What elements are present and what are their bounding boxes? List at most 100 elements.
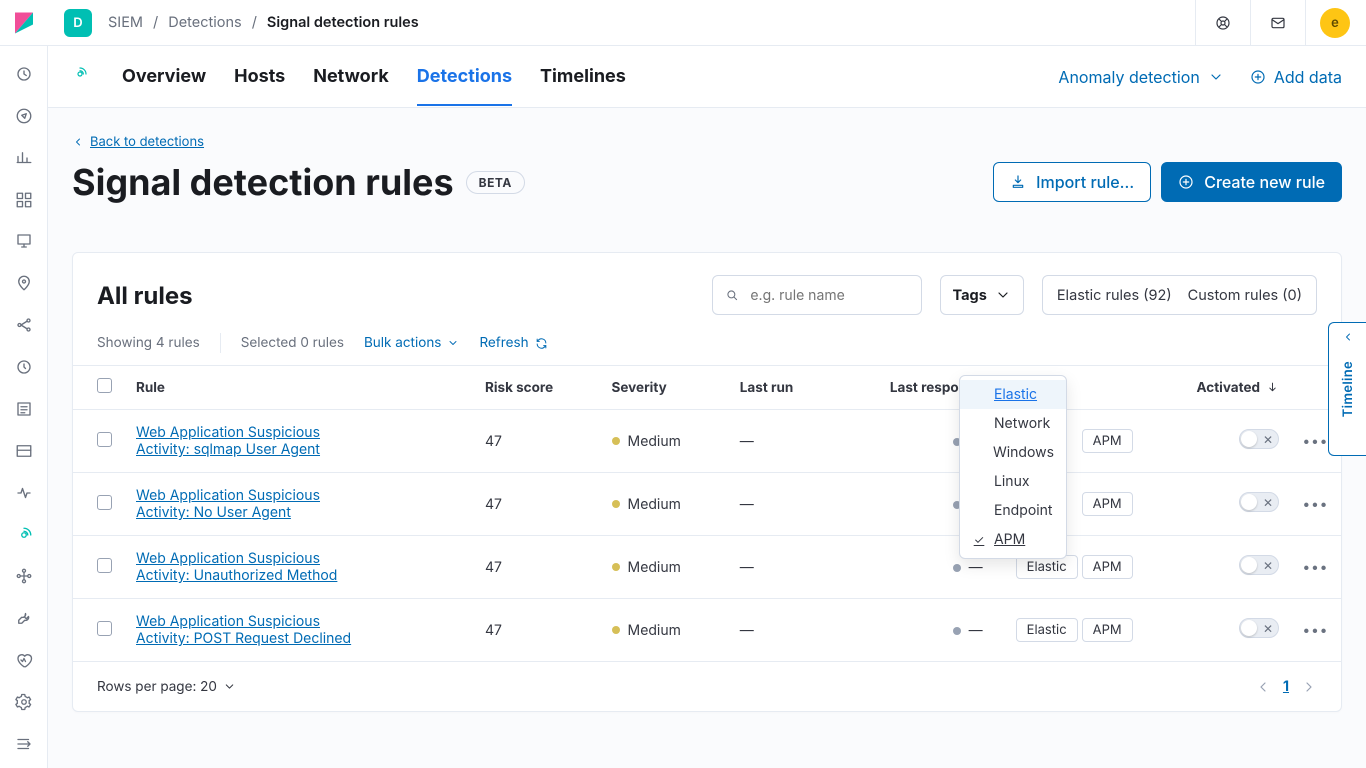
row-actions-menu[interactable]: •••: [1303, 496, 1329, 513]
anomaly-detection-menu[interactable]: Anomaly detection: [1058, 67, 1223, 87]
nav-recent-icon[interactable]: [14, 64, 34, 84]
select-all-checkbox[interactable]: [97, 378, 112, 393]
nav-canvas-icon[interactable]: [14, 232, 34, 252]
row-actions-menu[interactable]: •••: [1303, 559, 1329, 576]
breadcrumb-detections[interactable]: Detections: [168, 14, 241, 31]
rule-link[interactable]: Web Application Suspicious Activity: Una…: [136, 550, 366, 584]
tab-network[interactable]: Network: [313, 48, 389, 105]
timeline-flyout-toggle[interactable]: Timeline: [1328, 322, 1366, 456]
tab-detections[interactable]: Detections: [417, 48, 512, 105]
chevron-left-icon: [72, 136, 84, 148]
nav-logs-icon[interactable]: [14, 399, 34, 419]
rule-link[interactable]: Web Application Suspicious Activity: sql…: [136, 424, 366, 458]
newsfeed-icon[interactable]: [1265, 10, 1291, 36]
search-input-wrapper[interactable]: [712, 275, 922, 315]
page-next-icon[interactable]: [1301, 679, 1317, 695]
refresh-icon: [535, 337, 548, 350]
row-actions-menu[interactable]: •••: [1303, 622, 1329, 639]
breadcrumb-current: Signal detection rules: [267, 14, 419, 31]
nav-uptime-icon[interactable]: [14, 483, 34, 503]
table-row: Web Application Suspicious Activity: sql…: [73, 410, 1341, 473]
row-checkbox[interactable]: [97, 495, 112, 510]
tags-popover[interactable]: ElasticNetworkWindowsLinuxEndpoint✓APM: [959, 375, 1067, 559]
chevron-down-icon: [447, 337, 459, 349]
table-row: Web Application Suspicious Activity: No …: [73, 473, 1341, 536]
col-risk[interactable]: Risk score: [473, 366, 600, 410]
nav-visualize-icon[interactable]: [14, 148, 34, 168]
cell-last-run: —: [728, 536, 834, 599]
space-badge[interactable]: D: [64, 9, 92, 37]
rule-link[interactable]: Web Application Suspicious Activity: POS…: [136, 613, 366, 647]
table-row: Web Application Suspicious Activity: Una…: [73, 536, 1341, 599]
row-actions-menu[interactable]: •••: [1303, 433, 1329, 450]
search-icon: [725, 287, 739, 303]
nav-monitoring-icon[interactable]: [14, 650, 34, 670]
col-activated[interactable]: Activated: [1145, 366, 1291, 410]
activated-toggle[interactable]: ✕: [1239, 618, 1279, 638]
rows-per-page[interactable]: Rows per page: 20: [97, 679, 236, 695]
nav-graph-icon[interactable]: [14, 567, 34, 587]
import-rule-button[interactable]: Import rule…: [993, 162, 1151, 202]
tab-overview[interactable]: Overview: [122, 48, 206, 105]
page-number[interactable]: 1: [1283, 678, 1289, 695]
nav-devtools-icon[interactable]: [14, 608, 34, 628]
search-input[interactable]: [748, 286, 908, 305]
breadcrumb-siem[interactable]: SIEM: [108, 14, 143, 31]
col-last-run[interactable]: Last run: [728, 366, 834, 410]
panel-title: All rules: [97, 281, 193, 310]
tag-badge: APM: [1082, 618, 1133, 642]
filter-custom-rules[interactable]: Custom rules (0): [1188, 287, 1302, 304]
row-checkbox[interactable]: [97, 432, 112, 447]
nav-dashboard-icon[interactable]: [14, 190, 34, 210]
chevron-down-icon: [1208, 69, 1224, 85]
cell-severity: Medium: [612, 622, 681, 639]
kibana-logo[interactable]: [0, 0, 48, 46]
toolbar-showing: Showing 4 rules: [97, 335, 200, 351]
tab-timelines[interactable]: Timelines: [540, 48, 626, 105]
col-severity[interactable]: Severity: [600, 366, 728, 410]
tag-option[interactable]: Network: [960, 409, 1066, 438]
tags-filter-button[interactable]: Tags: [940, 275, 1024, 315]
tag-option[interactable]: Endpoint: [960, 496, 1066, 525]
activated-toggle[interactable]: ✕: [1239, 555, 1279, 575]
filter-elastic-rules[interactable]: Elastic rules (92): [1057, 287, 1172, 304]
cell-last-run: —: [728, 599, 834, 662]
avatar[interactable]: e: [1320, 8, 1350, 38]
help-icon[interactable]: [1210, 10, 1236, 36]
tag-option[interactable]: Linux: [960, 467, 1066, 496]
rules-source-filter[interactable]: Elastic rules (92) Custom rules (0): [1042, 275, 1317, 315]
cell-risk: 47: [473, 536, 600, 599]
back-link[interactable]: Back to detections: [72, 134, 204, 150]
cell-last-run: —: [728, 473, 834, 536]
nav-metrics-icon[interactable]: [14, 357, 34, 377]
nav-settings-icon[interactable]: [14, 692, 34, 712]
tag-option[interactable]: ✓APM: [960, 525, 1066, 554]
cell-severity: Medium: [612, 433, 681, 450]
nav-apm-icon[interactable]: [14, 441, 34, 461]
cell-tags: ElasticAPM: [995, 599, 1145, 662]
col-rule[interactable]: Rule: [124, 366, 473, 410]
create-rule-button[interactable]: Create new rule: [1161, 162, 1342, 202]
row-checkbox[interactable]: [97, 558, 112, 573]
add-data-button[interactable]: Add data: [1250, 67, 1342, 87]
page-prev-icon[interactable]: [1255, 679, 1271, 695]
tag-option[interactable]: Windows: [960, 438, 1066, 467]
nav-maps-icon[interactable]: [14, 273, 34, 293]
nav-collapse-icon[interactable]: [14, 734, 34, 754]
table-row: Web Application Suspicious Activity: POS…: [73, 599, 1341, 662]
nav-siem-icon[interactable]: [14, 525, 34, 545]
arrow-down-icon: [1266, 381, 1279, 394]
refresh-button[interactable]: Refresh: [479, 335, 547, 351]
nav-compass-icon[interactable]: [14, 106, 34, 126]
row-checkbox[interactable]: [97, 621, 112, 636]
activated-toggle[interactable]: ✕: [1239, 429, 1279, 449]
plus-circle-icon: [1178, 174, 1194, 190]
activated-toggle[interactable]: ✕: [1239, 492, 1279, 512]
cell-severity: Medium: [612, 496, 681, 513]
bulk-actions-menu[interactable]: Bulk actions: [364, 335, 459, 351]
tab-hosts[interactable]: Hosts: [234, 48, 285, 105]
tag-badge: Elastic: [1016, 618, 1078, 642]
tag-option[interactable]: Elastic: [960, 380, 1066, 409]
rule-link[interactable]: Web Application Suspicious Activity: No …: [136, 487, 366, 521]
nav-ml-icon[interactable]: [14, 315, 34, 335]
